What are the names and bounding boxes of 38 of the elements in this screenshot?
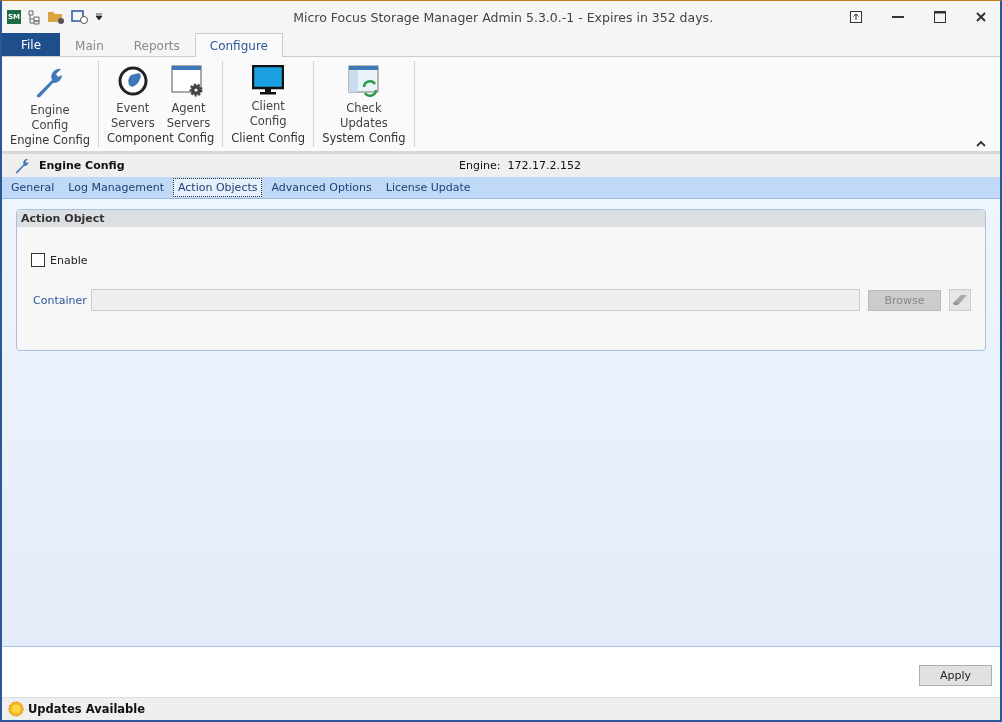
apply-button[interactable]: Apply (919, 664, 992, 686)
group-label: Component Config (106, 131, 215, 145)
sub-tab[interactable]: Log Management (63, 178, 169, 197)
maximize-icon[interactable] (934, 11, 946, 23)
ribbon-tab[interactable]: File (2, 33, 61, 56)
monitor-icon (252, 65, 285, 95)
sub-tab[interactable]: Action Objects (172, 178, 263, 197)
status-text: Updates Available (28, 702, 146, 716)
collapse-icon[interactable] (976, 140, 986, 147)
ribbon-button[interactable]: Agent Servers (163, 65, 214, 131)
group-label: System Config (322, 131, 406, 145)
tree-icon[interactable] (27, 9, 41, 25)
checkbox-label: Enable (50, 253, 88, 267)
sub-tab[interactable]: License Update (380, 178, 476, 197)
pin-up-icon[interactable] (850, 11, 862, 23)
checkbox[interactable] (31, 253, 45, 267)
close-icon[interactable] (976, 12, 986, 22)
window-title: Micro Focus Storage Manager Admin 5.3.0.-1 - Expires in 352 days. (293, 9, 714, 25)
ribbon-button[interactable]: Engine Config (27, 65, 73, 133)
window-refresh-icon (347, 65, 380, 97)
ribbon-button[interactable]: Event Servers (107, 65, 158, 131)
sun-icon (8, 701, 24, 717)
ribbon-button[interactable]: Client Config (246, 65, 290, 131)
group-label: Client Config (231, 131, 306, 145)
section-title: Action Object (17, 210, 985, 227)
page-title: Engine Config (39, 159, 126, 172)
caret-icon[interactable] (95, 13, 103, 21)
wrench-icon (14, 157, 31, 174)
eraser-icon (952, 293, 968, 307)
sub-tab[interactable]: Advanced Options (266, 178, 377, 197)
minimize-icon[interactable] (892, 15, 904, 19)
group-label: Engine Config (10, 133, 90, 147)
engine-address: 172.17.2.152 (507, 159, 581, 172)
ribbon-button[interactable]: Check Updates (337, 65, 391, 131)
engine-label: Engine: (459, 159, 501, 172)
sub-tab[interactable]: General (6, 178, 60, 197)
field-label: Container (33, 293, 88, 307)
ribbon-tab[interactable]: Configure (194, 33, 283, 57)
